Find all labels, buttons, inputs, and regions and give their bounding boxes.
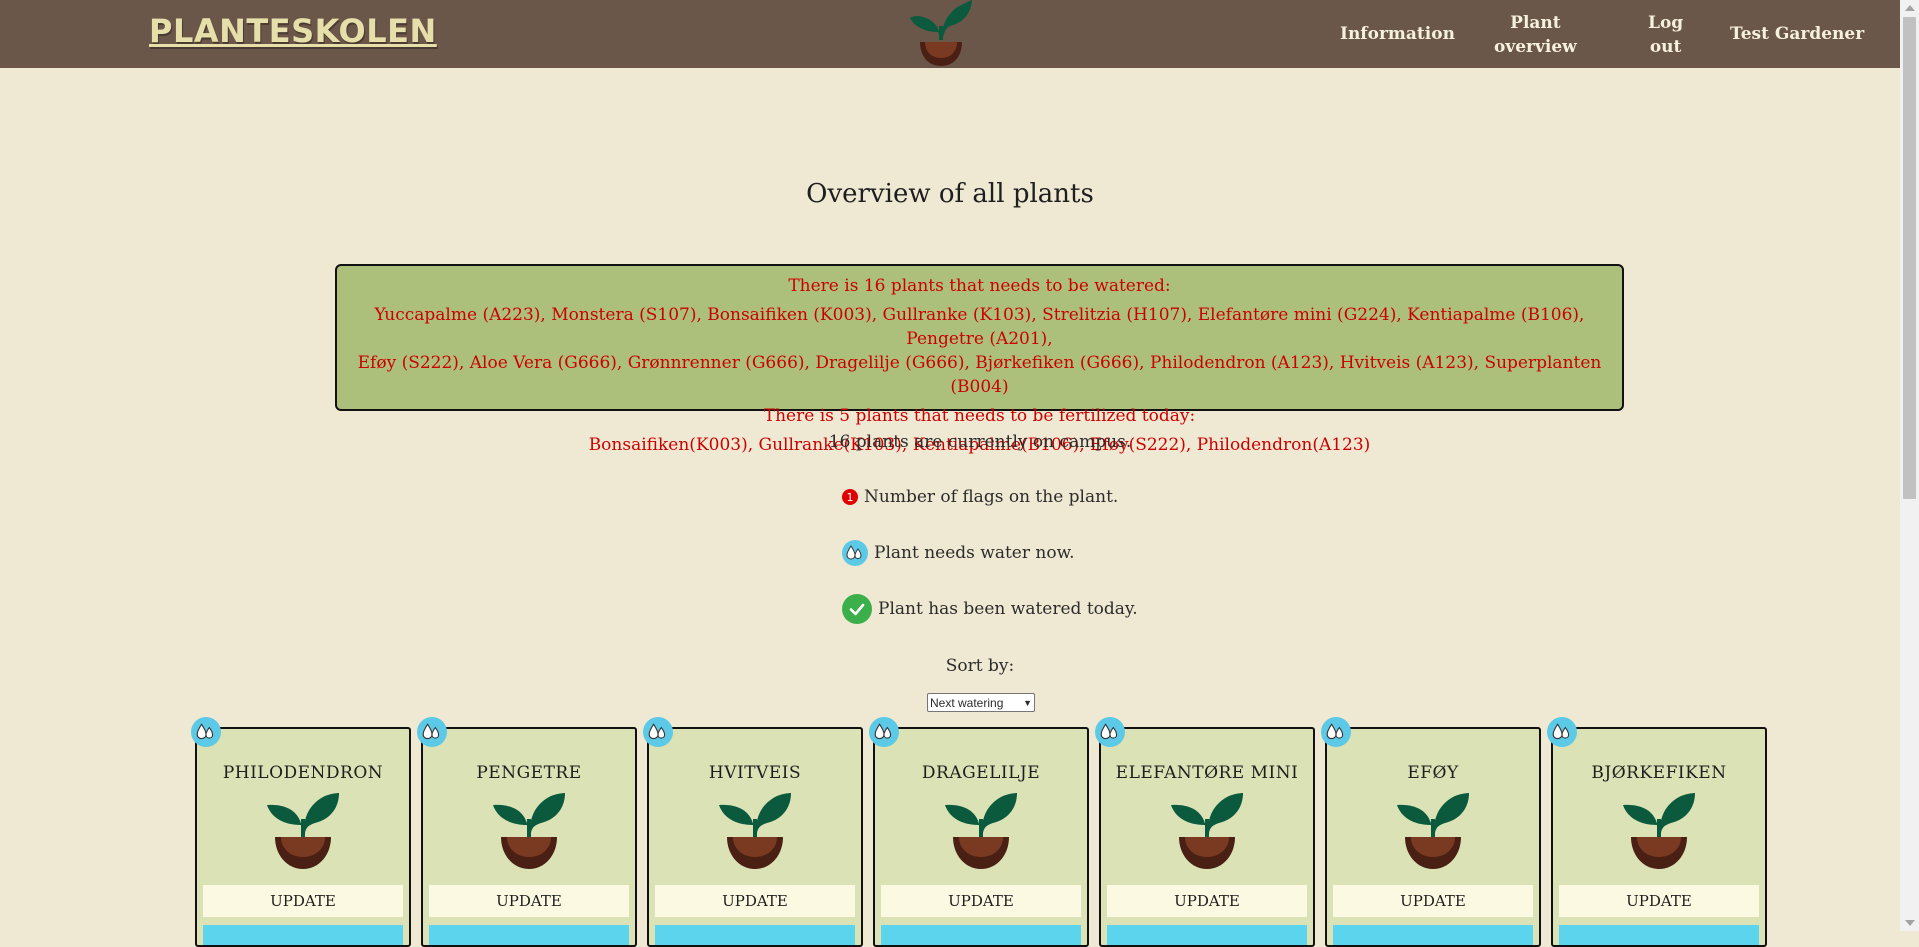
watering-alert-box: There is 16 plants that needs to be wate… [335, 264, 1624, 455]
water-drop-icon [1095, 717, 1125, 747]
check-icon [842, 594, 872, 624]
nav-logout-line1: Log [1648, 13, 1684, 33]
plant-name: EFØY [1407, 763, 1459, 783]
water-list-line1: Yuccapalme (A223), Monstera (S107), Bons… [374, 305, 1585, 349]
legend-water-text: Plant needs water now. [874, 543, 1075, 563]
nav-plant-overview-line2: overview [1494, 37, 1577, 57]
scroll-down-icon[interactable] [1905, 920, 1915, 926]
water-heading: There is 16 plants that needs to be wate… [788, 276, 1171, 296]
update-button[interactable]: UPDATE [203, 885, 403, 917]
scroll-up-icon[interactable] [1905, 5, 1915, 11]
chevron-down-icon: ▼ [1023, 697, 1032, 708]
water-drop-icon [417, 717, 447, 747]
plant-icon [945, 793, 1017, 869]
campus-count: 16 plants are currently on campus. [828, 432, 1132, 452]
plant-icon [1623, 793, 1695, 869]
nav-plant-overview-line1: Plant [1510, 13, 1561, 33]
brand-logo-text[interactable]: PLANTESKOLEN [149, 12, 437, 50]
sort-selected-value: Next watering [930, 695, 1004, 710]
plant-name: PHILODENDRON [222, 763, 384, 783]
water-button[interactable] [203, 925, 403, 945]
plant-icon [719, 793, 791, 869]
plant-name: DRAGELILJE [921, 763, 1041, 783]
nav-information[interactable]: Information [1340, 22, 1455, 46]
update-button[interactable]: UPDATE [1107, 885, 1307, 917]
water-button[interactable] [655, 925, 855, 945]
water-drop-icon [643, 717, 673, 747]
water-drop-icon [1321, 717, 1351, 747]
page-title: Overview of all plants [806, 179, 1094, 209]
sort-label: Sort by: [945, 656, 1015, 676]
fertilize-heading: There is 5 plants that needs to be ferti… [763, 406, 1196, 426]
flag-count-icon: 1 [842, 489, 858, 505]
legend-flags-text: Number of flags on the plant. [864, 487, 1119, 507]
water-button[interactable] [881, 925, 1081, 945]
plant-icon [1397, 793, 1469, 869]
update-button[interactable]: UPDATE [655, 885, 855, 917]
top-navbar: PLANTESKOLEN Information Plant overview … [0, 0, 1900, 68]
nav-logout[interactable]: Log out [1648, 11, 1683, 59]
nav-plant-overview[interactable]: Plant overview [1494, 11, 1577, 59]
water-list-line2: Eføy (S222), Aloe Vera (G666), Grønnrenn… [357, 353, 1602, 397]
plant-name: BJØRKEFIKEN [1591, 763, 1727, 783]
water-drop-icon [191, 717, 221, 747]
plant-card[interactable]: HVITVEIS UPDATE [643, 717, 863, 947]
water-drop-icon [869, 717, 899, 747]
nav-user[interactable]: Test Gardener [1730, 22, 1864, 46]
water-button[interactable] [1559, 925, 1759, 945]
plant-card[interactable]: BJØRKEFIKEN UPDATE [1547, 717, 1767, 947]
plant-card[interactable]: EFØY UPDATE [1321, 717, 1541, 947]
legend-watered: Plant has been watered today. [842, 594, 1138, 624]
plant-card[interactable]: PHILODENDRON UPDATE [191, 717, 411, 947]
legend-watered-text: Plant has been watered today. [878, 599, 1138, 619]
plant-icon [1171, 793, 1243, 869]
legend-water: Plant needs water now. [842, 540, 1075, 566]
update-button[interactable]: UPDATE [1333, 885, 1533, 917]
update-button[interactable]: UPDATE [881, 885, 1081, 917]
update-button[interactable]: UPDATE [429, 885, 629, 917]
plant-name: PENGETRE [476, 763, 582, 783]
plant-card[interactable]: ELEFANTØRE MINI UPDATE [1095, 717, 1315, 947]
sort-select[interactable]: Next watering ▼ [927, 693, 1035, 712]
water-drop-icon [842, 540, 868, 566]
plant-logo-icon[interactable] [906, 0, 976, 68]
water-button[interactable] [1333, 925, 1533, 945]
scroll-thumb[interactable] [1903, 17, 1916, 499]
plant-name: HVITVEIS [708, 763, 802, 783]
plant-icon [267, 793, 339, 869]
water-button[interactable] [1107, 925, 1307, 945]
update-button[interactable]: UPDATE [1559, 885, 1759, 917]
nav-logout-line2: out [1649, 37, 1682, 57]
plant-name: ELEFANTØRE MINI [1115, 763, 1299, 783]
page-scrollbar[interactable] [1900, 0, 1919, 931]
plant-icon [493, 793, 565, 869]
plant-card[interactable]: DRAGELILJE UPDATE [869, 717, 1089, 947]
plant-card[interactable]: PENGETRE UPDATE [417, 717, 637, 947]
legend-flags: 1 Number of flags on the plant. [842, 487, 1118, 507]
water-drop-icon [1547, 717, 1577, 747]
water-button[interactable] [429, 925, 629, 945]
